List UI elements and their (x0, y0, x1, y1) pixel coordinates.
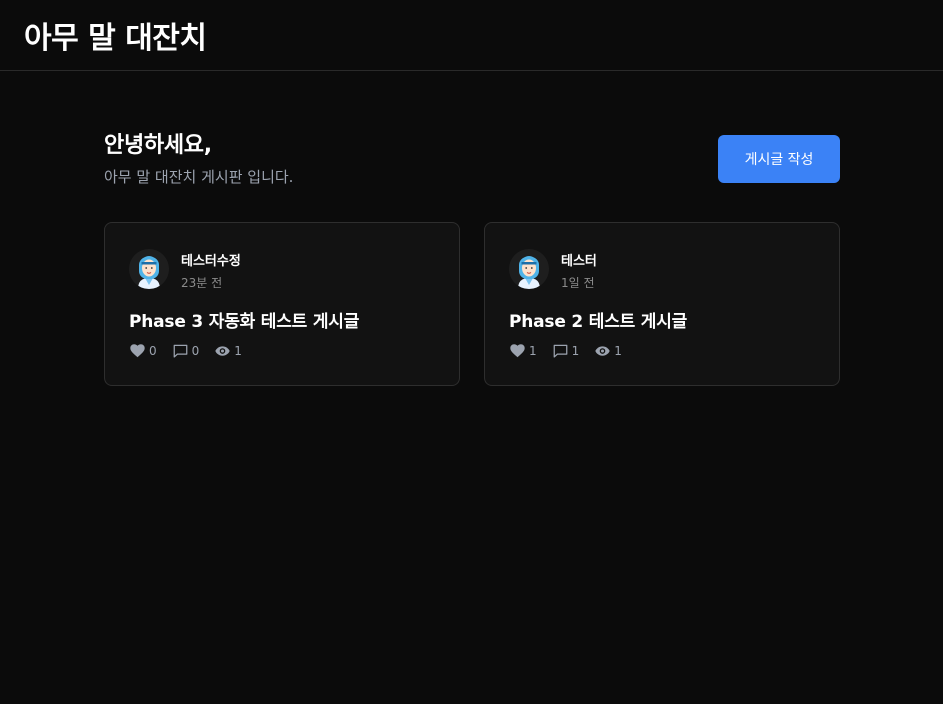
post-card[interactable]: 테스터 1일 전 Phase 2 테스트 게시글 1 1 1 (484, 222, 840, 386)
main-content: 안녕하세요, 아무 말 대잔치 게시판 입니다. 게시글 작성 테스터수정 23… (104, 71, 840, 386)
comment-count: 1 (553, 344, 580, 358)
view-count: 1 (595, 344, 622, 358)
post-title[interactable]: Phase 2 테스트 게시글 (509, 307, 687, 332)
write-post-button[interactable]: 게시글 작성 (718, 135, 840, 183)
post-timestamp: 23분 전 (181, 276, 223, 290)
user-avatar-icon (129, 249, 169, 289)
hero-section: 안녕하세요, 아무 말 대잔치 게시판 입니다. 게시글 작성 (104, 71, 840, 222)
comment-count: 0 (173, 344, 200, 358)
post-grid: 테스터수정 23분 전 Phase 3 자동화 테스트 게시글 0 0 1 테스… (104, 222, 840, 386)
author-name: 테스터수정 (181, 254, 241, 269)
site-title[interactable]: 아무 말 대잔치 (24, 13, 207, 57)
post-title[interactable]: Phase 3 자동화 테스트 게시글 (129, 307, 359, 332)
like-count-value: 0 (149, 344, 157, 358)
view-count-value: 1 (234, 344, 242, 358)
author-name: 테스터 (561, 254, 597, 269)
like-count: 1 (510, 344, 537, 358)
post-stats: 1 1 1 (510, 344, 638, 358)
view-count: 1 (215, 344, 242, 358)
eye-icon (215, 346, 230, 356)
comment-count-value: 1 (571, 344, 580, 358)
like-count: 0 (130, 344, 157, 358)
heart-icon (130, 344, 145, 358)
user-avatar-icon (509, 249, 549, 289)
post-timestamp: 1일 전 (561, 276, 595, 290)
avatar (129, 249, 169, 289)
like-count-value: 1 (529, 344, 537, 358)
greeting-heading: 안녕하세요, (104, 133, 212, 158)
eye-icon (595, 346, 610, 356)
view-count-value: 1 (614, 344, 622, 358)
post-card[interactable]: 테스터수정 23분 전 Phase 3 자동화 테스트 게시글 0 0 1 (104, 222, 460, 386)
post-stats: 0 0 1 (130, 344, 258, 358)
top-bar: 아무 말 대잔치 (0, 0, 943, 71)
avatar (509, 249, 549, 289)
comment-icon (553, 344, 568, 358)
board-subtitle: 아무 말 대잔치 게시판 입니다. (104, 168, 294, 186)
heart-icon (510, 344, 525, 358)
comment-count-value: 0 (191, 344, 200, 358)
comment-icon (173, 344, 188, 358)
